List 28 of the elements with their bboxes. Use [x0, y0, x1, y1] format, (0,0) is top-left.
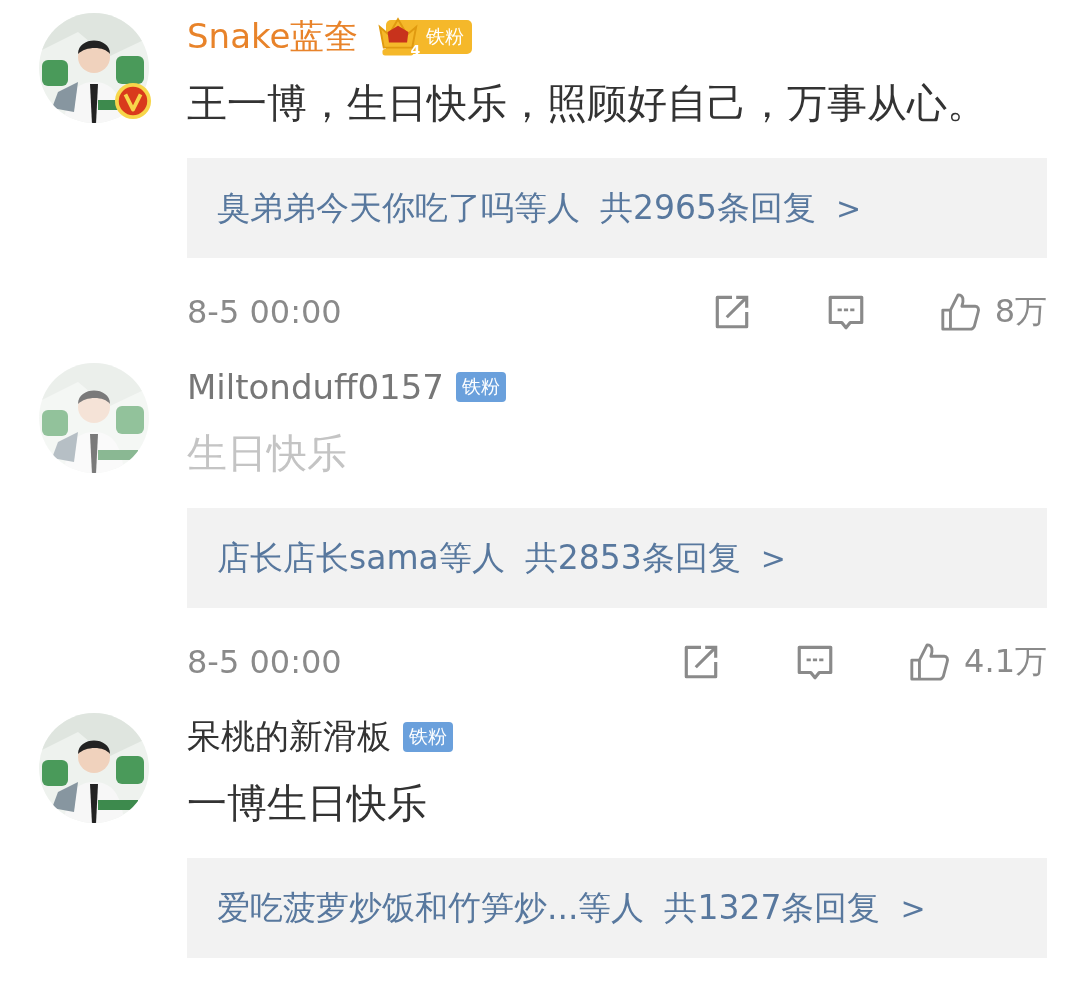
thumbs-up-icon[interactable] — [908, 641, 951, 683]
fan-badge: 铁粉 — [456, 372, 506, 402]
fan-badge-label: 铁粉 — [426, 24, 465, 49]
username[interactable]: 呆桃的新滑板 — [187, 714, 391, 760]
reply-users: 爱吃菠萝炒饭和竹笋炒...等人 — [217, 886, 645, 929]
timestamp: 8-5 00:00 — [187, 643, 342, 681]
replies-summary[interactable]: 爱吃菠萝炒饭和竹笋炒...等人 共1327条回复 > — [187, 858, 1047, 958]
like-count: 8万 — [994, 291, 1047, 332]
chevron-icon: > — [760, 540, 786, 576]
comment-text: 生日快乐 — [187, 429, 348, 478]
username[interactable]: Snake蓝奎 — [187, 14, 359, 60]
reply-users: 臭弟弟今天你吃了吗等人 — [217, 186, 580, 229]
thumbs-up-icon[interactable] — [938, 291, 981, 333]
chevron-icon: > — [836, 190, 862, 226]
replies-summary[interactable]: 臭弟弟今天你吃了吗等人 共2965条回复 > — [187, 158, 1047, 258]
comment-text: 一博生日快乐 — [187, 779, 428, 828]
username[interactable]: Miltonduff0157 — [187, 367, 444, 407]
reply-count: 共2853条回复 — [524, 536, 741, 579]
timestamp: 8-5 00:00 — [187, 293, 342, 331]
reply-users: 店长店长sama等人 — [217, 536, 505, 579]
fan-level: 4 — [410, 42, 421, 58]
reply-count: 共2965条回复 — [600, 186, 816, 229]
comment-text: 王一博，生日快乐，照顾好自己，万事从心。 — [187, 79, 988, 128]
replies-summary[interactable]: 店长店长sama等人 共2853条回复 > — [187, 508, 1047, 608]
like-count: 4.1万 — [964, 641, 1047, 682]
chevron-icon: > — [900, 890, 926, 926]
fan-badge: 铁粉 — [403, 722, 453, 752]
reply-count: 共1327条回复 — [664, 886, 881, 929]
